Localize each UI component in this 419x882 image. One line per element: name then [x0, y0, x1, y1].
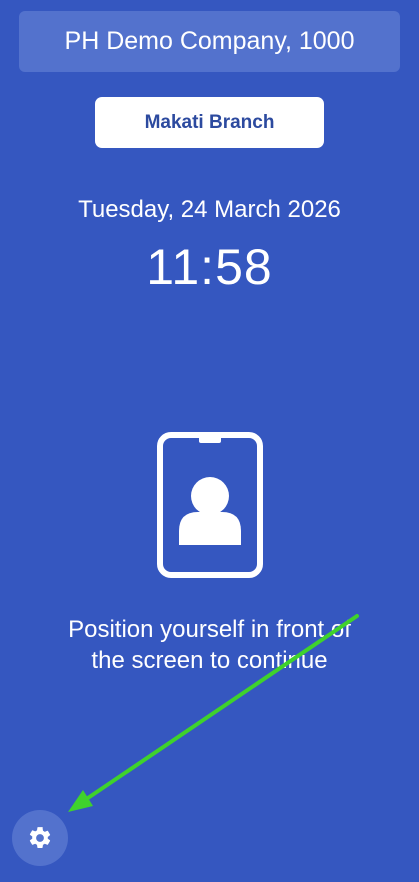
company-name: PH Demo Company, 1000: [64, 27, 355, 55]
branch-selector-button[interactable]: Makati Branch: [95, 97, 324, 148]
gear-icon: [29, 827, 51, 848]
current-date: Tuesday, 24 March 2026: [78, 196, 341, 223]
id-badge-person-icon: [157, 432, 263, 578]
instruction-text: Position yourself in front of the screen…: [68, 616, 351, 674]
company-banner: PH Demo Company, 1000: [19, 11, 400, 72]
settings-button[interactable]: [12, 810, 68, 866]
branch-label: Makati Branch: [144, 111, 275, 133]
current-time: 11:58: [146, 239, 273, 295]
